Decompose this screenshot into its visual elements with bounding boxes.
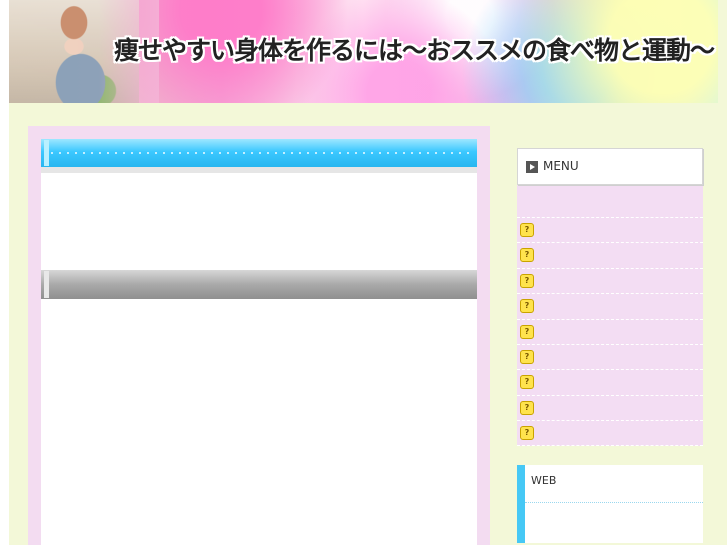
section-heading-blue (41, 139, 477, 173)
menu-item[interactable]: ? (517, 267, 703, 293)
main-content-frame (28, 126, 490, 545)
menu-item[interactable]: ? (517, 394, 703, 420)
menu-item[interactable]: ? (517, 420, 703, 446)
question-icon: ? (520, 223, 534, 237)
question-icon: ? (520, 248, 534, 263)
web-links-box: WEB (517, 465, 703, 543)
question-icon: ? (520, 324, 534, 339)
menu-item[interactable]: ? (517, 242, 703, 267)
section-heading-gray (41, 270, 477, 299)
site-title: 痩せやすい身体を作るには〜おススメの食べ物と運動〜 (114, 36, 715, 65)
main-content-area (41, 139, 477, 545)
menu-list: ? ? ? ? ? ? ? ? ? (517, 217, 703, 446)
sidebar-menu: MENU ? ? ? ? ? ? ? ? ? (517, 148, 703, 446)
web-box-divider (525, 502, 703, 503)
web-box-title: WEB (531, 474, 557, 487)
question-icon: ? (520, 426, 534, 441)
menu-item[interactable]: ? (517, 343, 703, 369)
page-left-edge (0, 0, 9, 545)
menu-title: MENU (543, 159, 579, 173)
question-icon: ? (520, 375, 534, 390)
menu-item[interactable]: ? (517, 318, 703, 344)
question-icon: ? (520, 349, 534, 364)
menu-header: MENU (517, 148, 703, 185)
menu-item[interactable]: ? (517, 369, 703, 394)
menu-item[interactable]: ? (517, 293, 703, 318)
arrow-right-icon (526, 161, 538, 173)
question-icon: ? (520, 299, 534, 314)
menu-item[interactable]: ? (517, 217, 703, 242)
question-icon: ? (520, 400, 534, 415)
heading-dots (51, 152, 473, 154)
question-icon: ? (520, 273, 534, 288)
heading-stripe (44, 140, 49, 166)
site-header-banner[interactable]: 痩せやすい身体を作るには〜おススメの食べ物と運動〜 (9, 0, 718, 103)
heading-stripe (44, 271, 49, 298)
